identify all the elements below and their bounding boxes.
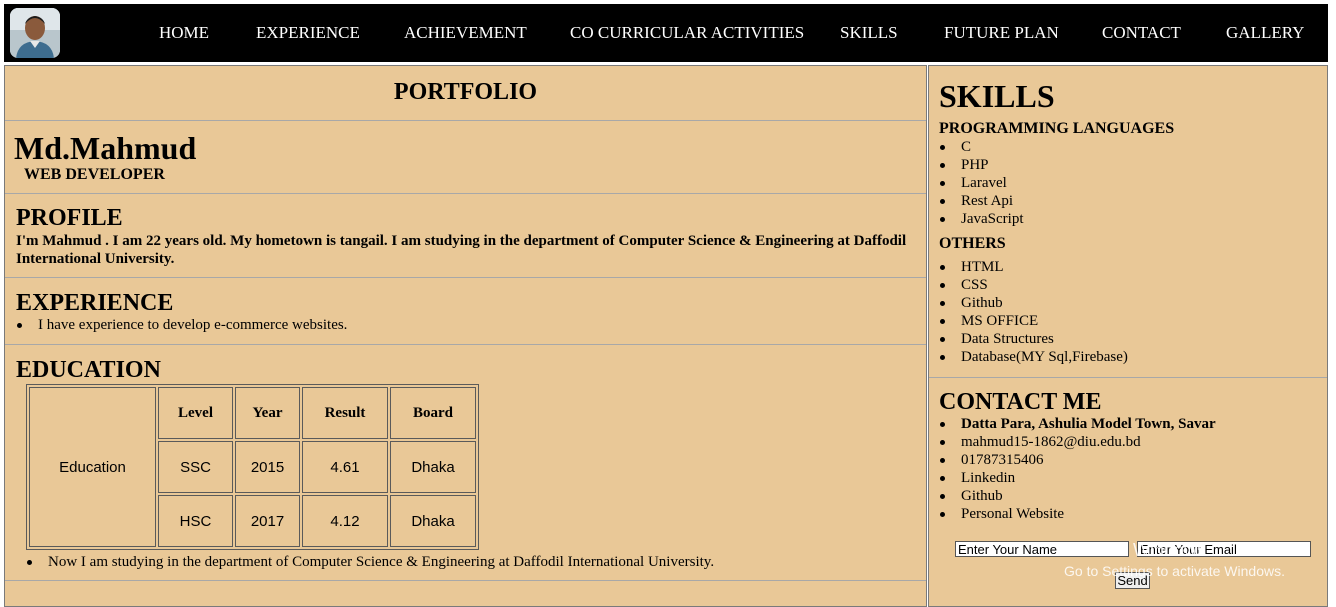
list-item: Data Structures [939,330,1128,348]
list-item: Database(MY Sql,Firebase) [939,348,1128,366]
main-content: PORTFOLIO Md.Mahmud WEB DEVELOPER PROFIL… [4,65,927,607]
education-heading: EDUCATION [16,357,161,383]
divider [5,193,926,194]
list-item: Laravel [939,174,1023,192]
nav-home[interactable]: HOME [159,23,209,43]
contact-phone[interactable]: 01787315406 [939,451,1216,469]
top-nav: HOME EXPERIENCE ACHIEVEMENT CO CURRICULA… [4,4,1328,62]
nav-future-plan[interactable]: FUTURE PLAN [944,23,1059,43]
table-cell: Dhaka [390,495,476,547]
list-item: Now I am studying in the department of C… [26,553,906,571]
table-cell: SSC [158,441,233,493]
others-heading: OTHERS [939,235,1006,252]
table-cell: 2015 [235,441,300,493]
others-list: HTML CSS Github MS OFFICE Data Structure… [939,258,1128,366]
name-input[interactable] [955,541,1129,557]
contact-linkedin-link[interactable]: Linkedin [939,469,1216,487]
contact-address: Datta Para, Ashulia Model Town, Savar [939,415,1216,433]
nav-skills[interactable]: SKILLS [840,23,898,43]
send-button[interactable]: Send [1115,572,1150,589]
experience-heading: EXPERIENCE [16,290,174,316]
education-table: Education Level Year Result Board SSC 20… [26,384,479,550]
table-header: Level [158,387,233,439]
avatar[interactable] [10,8,60,58]
profile-photo [10,8,60,58]
list-item: C [939,138,1023,156]
divider [5,277,926,278]
sidebar: SKILLS PROGRAMMING LANGUAGES C PHP Larav… [928,65,1328,607]
page-title: PORTFOLIO [393,79,538,105]
contact-email[interactable]: mahmud15-1862@diu.edu.bd [939,433,1216,451]
nav-co-curricular[interactable]: CO CURRICULAR ACTIVITIES [570,23,804,43]
profile-heading: PROFILE [16,205,123,231]
nav-gallery[interactable]: GALLERY [1226,23,1304,43]
table-row-label: Education [29,387,156,547]
table-cell: 4.12 [302,495,388,547]
list-item: PHP [939,156,1023,174]
contact-list: Datta Para, Ashulia Model Town, Savar ma… [939,415,1216,523]
list-item: Github [939,294,1128,312]
contact-website-link[interactable]: Personal Website [939,505,1216,523]
programming-heading: PROGRAMMING LANGUAGES [939,120,1175,137]
table-header: Board [390,387,476,439]
list-item: Rest Api [939,192,1023,210]
email-input[interactable] [1137,541,1311,557]
programming-list: C PHP Laravel Rest Api JavaScript [939,138,1023,228]
table-cell: 4.61 [302,441,388,493]
contact-heading: CONTACT ME [939,389,1102,415]
nav-achievement[interactable]: ACHIEVEMENT [404,23,527,43]
divider [5,344,926,345]
table-cell: Dhaka [390,441,476,493]
table-header: Result [302,387,388,439]
list-item: MS OFFICE [939,312,1128,330]
nav-experience[interactable]: EXPERIENCE [256,23,360,43]
person-role: WEB DEVELOPER [24,166,165,183]
list-item: JavaScript [939,210,1023,228]
divider [929,377,1327,378]
list-item: I have experience to develop e-commerce … [16,316,896,334]
table-header: Year [235,387,300,439]
divider [5,120,926,121]
divider [5,580,926,581]
table-cell: HSC [158,495,233,547]
list-item: CSS [939,276,1128,294]
skills-heading: SKILLS [939,78,1055,114]
profile-text: I'm Mahmud . I am 22 years old. My homet… [16,233,907,267]
contact-github-link[interactable]: Github [939,487,1216,505]
nav-contact[interactable]: CONTACT [1102,23,1181,43]
education-notes: Now I am studying in the department of C… [26,553,906,571]
experience-list: I have experience to develop e-commerce … [16,316,896,334]
person-name: Md.Mahmud [14,130,197,166]
table-cell: 2017 [235,495,300,547]
list-item: HTML [939,258,1128,276]
